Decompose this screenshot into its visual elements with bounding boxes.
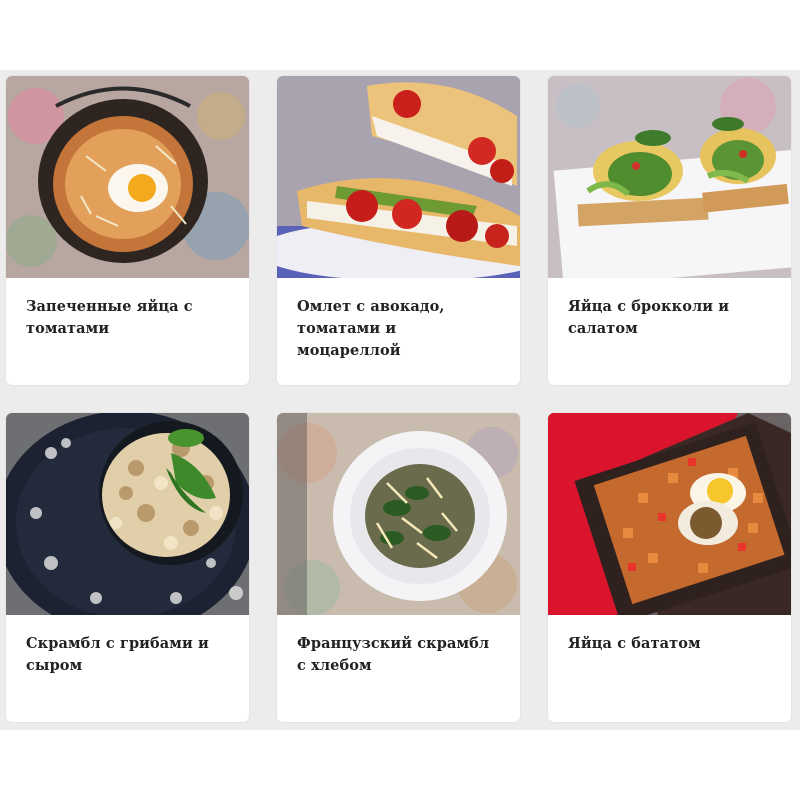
recipe-card[interactable]: Яйца с брокколи и салатом: [548, 76, 791, 385]
recipe-card[interactable]: Французский скрамбл с хлебом: [277, 413, 520, 722]
recipe-card[interactable]: Скрамбл с грибами и сыром: [6, 413, 249, 722]
recipe-card[interactable]: Яйца с бататом: [548, 413, 791, 722]
recipe-photo[interactable]: [6, 76, 249, 278]
recipe-photo[interactable]: [548, 413, 791, 615]
recipe-title[interactable]: Яйца с брокколи и салатом: [568, 296, 773, 340]
recipe-photo[interactable]: [6, 413, 249, 615]
recipe-card[interactable]: Омлет с авокадо, томатами и моцареллой: [277, 76, 520, 385]
page-header-space: [0, 0, 800, 70]
recipe-grid: Запеченные яйца с томатами Омлет с авока…: [0, 70, 800, 730]
recipe-title[interactable]: Яйца с бататом: [568, 633, 773, 655]
recipe-title[interactable]: Французский скрамбл с хлебом: [297, 633, 502, 677]
recipe-title[interactable]: Скрамбл с грибами и сыром: [26, 633, 231, 677]
recipe-title[interactable]: Запеченные яйца с томатами: [26, 296, 231, 340]
recipe-card[interactable]: Запеченные яйца с томатами: [6, 76, 249, 385]
recipe-photo[interactable]: [277, 76, 520, 278]
page-footer-space: [0, 730, 800, 800]
recipe-title[interactable]: Омлет с авокадо, томатами и моцареллой: [297, 296, 502, 362]
recipe-photo[interactable]: [548, 76, 791, 278]
recipe-photo[interactable]: [277, 413, 520, 615]
